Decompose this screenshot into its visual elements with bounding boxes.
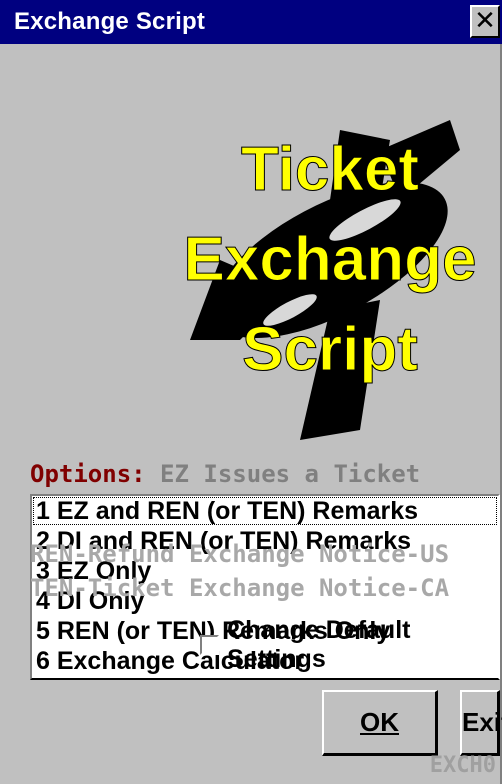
options-hint: EZ Issues a Ticket [160,460,421,488]
exchange-script-window: Exchange Script ✕ Ticket Exchange Script… [0,0,502,784]
close-button[interactable]: ✕ [470,5,500,38]
logo-line-3: Script [242,315,418,384]
logo-line-2: Exchange [184,225,477,294]
ticket-exchange-logo: Ticket Exchange Script [183,120,477,440]
logo-line-1: Ticket [241,135,419,204]
ren-note: REN-Refund Exchange Notice-US [30,540,450,568]
ten-note: TEN-Ticket Exchange Notice-CA [30,574,450,602]
options-line: Options: EZ Issues a Ticket [30,460,420,488]
list-item[interactable]: 1 EZ and REN (or TEN) Remarks [32,496,498,526]
change-default-settings-label[interactable]: Change Default Settings [227,616,500,674]
window-title: Exchange Script [14,8,206,35]
title-bar[interactable]: Exchange Script ✕ [0,0,502,44]
options-label: Options: [30,460,146,488]
footer-code: EXCH0 [429,753,496,778]
exit-button[interactable]: Exit [460,690,502,756]
exit-button-label: Exit [462,707,502,737]
close-icon: ✕ [474,6,496,36]
change-default-settings-checkbox[interactable] [200,635,220,655]
ok-button[interactable]: OK [322,690,438,756]
ok-button-label: OK [360,707,399,737]
change-default-settings-row[interactable]: Change Default Settings [200,616,500,673]
